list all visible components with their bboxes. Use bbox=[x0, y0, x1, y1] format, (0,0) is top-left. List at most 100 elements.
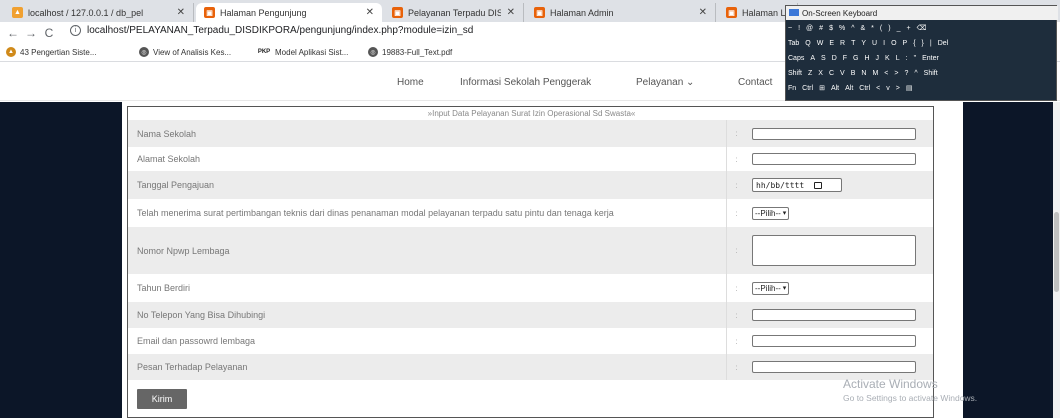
osk-key[interactable]: H bbox=[864, 55, 869, 62]
osk-key[interactable]: Ctrl bbox=[859, 85, 870, 92]
tab-pelayanan-terpadu[interactable]: ▣ Pelayanan Terpadu DISDIKPO ✕ bbox=[384, 3, 524, 22]
osk-key[interactable]: Fn bbox=[788, 85, 796, 92]
osk-key[interactable]: C bbox=[829, 70, 834, 77]
osk-key[interactable]: Caps bbox=[788, 55, 804, 62]
reload-icon[interactable]: C bbox=[40, 26, 58, 40]
nav-link-pelayanan[interactable]: Pelayanan ⌄ bbox=[636, 77, 694, 88]
osk-key[interactable]: ! bbox=[798, 25, 800, 32]
osk-key[interactable]: K bbox=[885, 55, 890, 62]
osk-key[interactable]: Tab bbox=[788, 40, 799, 47]
osk-key[interactable]: F bbox=[843, 55, 847, 62]
osk-key[interactable]: M bbox=[872, 70, 878, 77]
nav-link-contact[interactable]: Contact bbox=[738, 77, 772, 88]
osk-key[interactable]: Shift bbox=[924, 70, 938, 77]
email-password-input[interactable] bbox=[752, 335, 916, 347]
osk-key[interactable]: B bbox=[851, 70, 856, 77]
osk-key[interactable]: ▤ bbox=[906, 84, 913, 92]
osk-key[interactable]: L bbox=[896, 55, 900, 62]
tab-phpmyadmin[interactable]: ▲ localhost / 127.0.0.1 / db_pel ✕ bbox=[4, 3, 194, 22]
osk-key[interactable]: Shift bbox=[788, 70, 802, 77]
osk-key[interactable]: < bbox=[884, 70, 888, 77]
osk-title-bar[interactable]: On-Screen Keyboard bbox=[786, 6, 1058, 20]
close-icon[interactable]: ✕ bbox=[177, 7, 185, 18]
nav-link-home[interactable]: Home bbox=[397, 77, 424, 88]
osk-key[interactable]: G bbox=[853, 55, 858, 62]
osk-key[interactable]: O bbox=[891, 40, 896, 47]
osk-key[interactable]: * bbox=[871, 25, 874, 32]
osk-key[interactable]: Z bbox=[808, 70, 812, 77]
osk-key[interactable]: Y bbox=[861, 40, 866, 47]
forward-arrow-icon[interactable]: → bbox=[22, 26, 40, 40]
calendar-icon[interactable] bbox=[814, 181, 823, 189]
osk-key[interactable]: ^ bbox=[851, 25, 854, 32]
osk-key[interactable]: Q bbox=[805, 40, 810, 47]
osk-key[interactable]: I bbox=[883, 40, 885, 47]
close-icon[interactable]: ✕ bbox=[366, 7, 374, 18]
pertimbangan-select[interactable]: --Pilih-- ▾ bbox=[752, 206, 790, 220]
osk-key[interactable]: E bbox=[829, 40, 834, 47]
osk-key[interactable]: Ctrl bbox=[802, 85, 813, 92]
scrollbar[interactable] bbox=[1053, 102, 1060, 418]
tanggal-pengajuan-input[interactable]: hh/bb/tttt bbox=[752, 178, 842, 192]
nama-sekolah-input[interactable] bbox=[752, 127, 916, 140]
osk-key[interactable]: A bbox=[810, 55, 815, 62]
osk-key[interactable]: U bbox=[872, 40, 877, 47]
osk-key[interactable]: J bbox=[876, 55, 880, 62]
osk-key[interactable]: Del bbox=[938, 40, 949, 47]
osk-key[interactable]: P bbox=[903, 40, 908, 47]
telepon-input[interactable] bbox=[752, 309, 916, 321]
osk-key[interactable]: W bbox=[817, 40, 824, 47]
osk-key[interactable]: ⊞ bbox=[819, 84, 825, 92]
osk-key[interactable]: > bbox=[896, 85, 900, 92]
osk-key[interactable]: | bbox=[930, 40, 932, 47]
bookmark-item[interactable]: ▲ 43 Pengertian Siste... bbox=[6, 47, 97, 57]
osk-key[interactable]: ^ bbox=[914, 70, 917, 77]
osk-key[interactable]: Enter bbox=[922, 55, 939, 62]
osk-key[interactable]: N bbox=[861, 70, 866, 77]
osk-key[interactable]: ? bbox=[904, 70, 908, 77]
osk-key[interactable]: v bbox=[886, 85, 890, 92]
close-icon[interactable]: ✕ bbox=[507, 7, 515, 18]
osk-key[interactable]: V bbox=[840, 70, 845, 77]
osk-key[interactable]: + bbox=[907, 25, 911, 32]
tab-halaman-pengunjung[interactable]: ▣ Halaman Pengunjung ✕ bbox=[196, 3, 382, 22]
osk-key[interactable]: } bbox=[922, 40, 924, 47]
osk-key[interactable]: ( bbox=[880, 25, 882, 32]
pesan-input[interactable] bbox=[752, 361, 916, 373]
osk-key[interactable]: T bbox=[851, 40, 855, 47]
osk-key[interactable]: D bbox=[832, 55, 837, 62]
info-icon[interactable]: i bbox=[70, 25, 81, 36]
bookmark-item[interactable]: PKP Model Aplikasi Sist... bbox=[257, 47, 349, 57]
osk-key[interactable]: # bbox=[819, 25, 823, 32]
alamat-sekolah-input[interactable] bbox=[752, 153, 916, 165]
osk-key[interactable]: : bbox=[906, 55, 908, 62]
osk-key[interactable]: " bbox=[914, 55, 917, 62]
close-icon[interactable]: ✕ bbox=[699, 7, 707, 18]
osk-key[interactable]: { bbox=[913, 40, 915, 47]
osk-key[interactable]: ~ bbox=[788, 25, 792, 32]
npwp-textarea[interactable] bbox=[752, 235, 916, 266]
osk-key[interactable]: X bbox=[818, 70, 823, 77]
osk-key[interactable]: < bbox=[876, 85, 880, 92]
osk-key[interactable]: ⌫ bbox=[917, 24, 927, 32]
bookmark-item[interactable]: ◎ View of Analisis Kes... bbox=[139, 47, 231, 57]
scrollbar-thumb[interactable] bbox=[1054, 212, 1059, 292]
kirim-button[interactable]: Kirim bbox=[137, 389, 187, 409]
osk-key[interactable]: S bbox=[821, 55, 826, 62]
osk-key[interactable]: R bbox=[840, 40, 845, 47]
tahun-berdiri-select[interactable]: --Pilih-- ▾ bbox=[752, 281, 790, 295]
osk-key[interactable]: @ bbox=[806, 25, 813, 32]
osk-key[interactable]: % bbox=[839, 25, 845, 32]
osk-key[interactable]: _ bbox=[897, 25, 901, 32]
back-arrow-icon[interactable]: ← bbox=[4, 26, 22, 40]
osk-key[interactable]: $ bbox=[829, 25, 833, 32]
nav-link-informasi[interactable]: Informasi Sekolah Penggerak bbox=[460, 77, 591, 88]
osk-key[interactable]: ) bbox=[888, 25, 890, 32]
osk-key[interactable]: Alt bbox=[831, 85, 839, 92]
tab-halaman-admin[interactable]: ▣ Halaman Admin ✕ bbox=[526, 3, 716, 22]
osk-key[interactable]: Alt bbox=[845, 85, 853, 92]
bookmark-item[interactable]: ◎ 19883-Full_Text.pdf bbox=[368, 47, 452, 57]
osk-key[interactable]: & bbox=[861, 25, 866, 32]
osk-key[interactable]: > bbox=[894, 70, 898, 77]
url-field[interactable]: i localhost/PELAYANAN_Terpadu_DISDIKPORA… bbox=[70, 25, 473, 36]
